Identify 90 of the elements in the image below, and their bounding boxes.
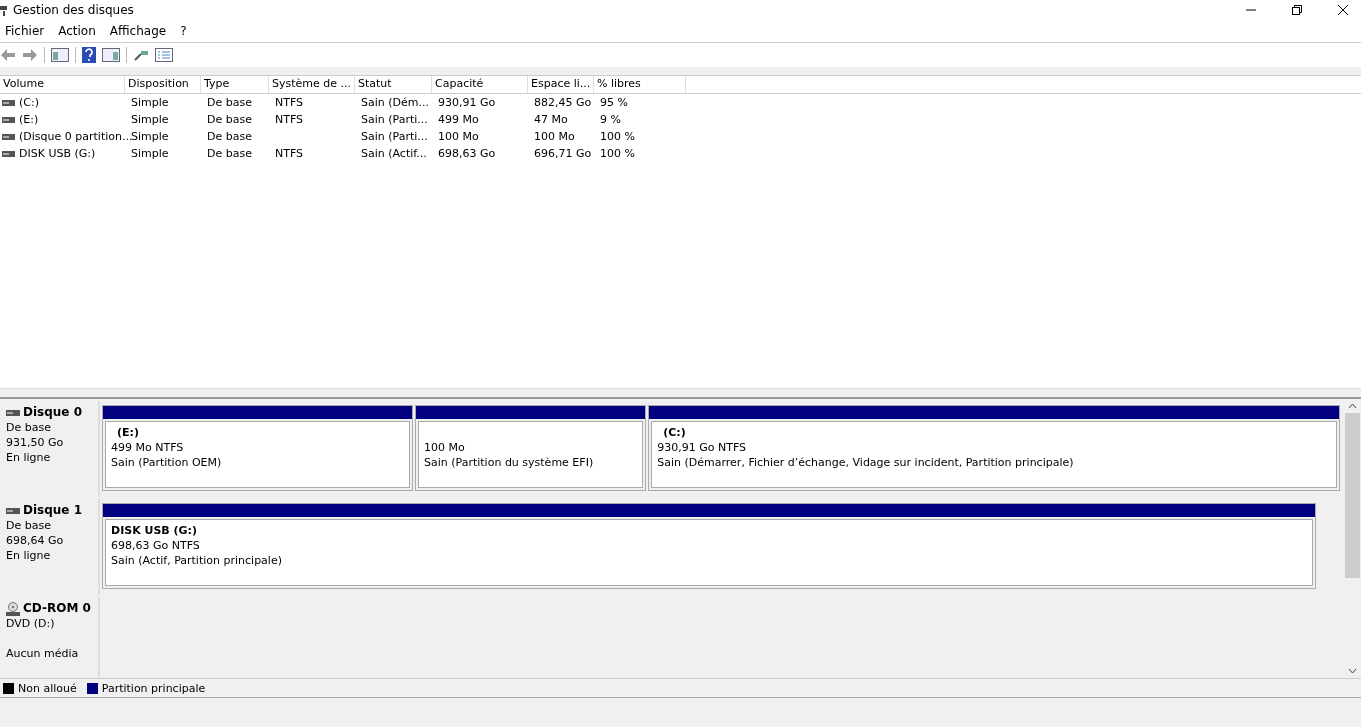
partition-block[interactable]: 100 Mo Sain (Partition du système EFI) [415,405,647,491]
table-cell: (C:) [19,96,39,109]
disk-detail: En ligne [6,450,52,465]
partition-status: Sain (Partition du système EFI) [424,455,595,470]
partition-label: (E:) [116,425,140,440]
table-cell: Sain (Parti... [361,113,428,126]
table-cell: Sain (Actif... [361,147,427,160]
partition-status: Sain (Démarrer, Fichier d’échange, Vidage sur incident, Partition principale) [657,455,1075,470]
table-cell: 930,91 Go [438,96,496,109]
column-header[interactable]: Statut [355,76,432,93]
window-title: Gestion des disques [13,3,134,17]
table-cell: 95 % [600,96,628,109]
drive-icon [6,409,20,416]
table-cell: 47 Mo [534,113,568,126]
menu-item[interactable]: Fichier [5,24,45,38]
partition-size: 100 Mo [424,440,466,455]
table-cell: 9 % [600,113,621,126]
table-cell: Simple [131,130,169,143]
list-icon[interactable] [155,48,173,62]
table-cell: Simple [131,113,169,126]
disk-detail: 698,64 Go [6,533,65,548]
table-cell: 698,63 Go [438,147,496,160]
table-cell: De base [207,147,252,160]
partition-label: (C:) [662,425,687,440]
back-arrow-icon[interactable] [0,48,16,62]
partition-size: 930,91 Go NTFS [657,440,748,455]
column-header[interactable]: % libres [594,76,686,93]
forward-arrow-icon[interactable] [22,48,38,62]
drive-icon [6,507,20,514]
panel-icon[interactable] [51,48,69,62]
table-cell: DISK USB (G:) [19,147,96,160]
scroll-up-icon[interactable] [1348,403,1357,409]
column-header[interactable]: Type [201,76,269,93]
menu-item[interactable]: Affichage [109,24,167,38]
menu-item[interactable]: Action [58,24,96,38]
partition-block[interactable]: (E:) 499 Mo NTFS Sain (Partition OEM) [102,405,413,491]
table-cell: De base [207,113,252,126]
help-icon[interactable] [82,47,96,63]
drive-icon [2,99,15,106]
table-cell: De base [207,130,252,143]
table-cell: 882,45 Go [534,96,592,109]
table-cell: (E:) [19,113,39,126]
column-header[interactable]: Espace li... [528,76,594,93]
table-cell: NTFS [275,113,304,126]
table-cell: Simple [131,147,169,160]
disk-detail: En ligne [6,548,52,563]
disk-name: CD-ROM 0 [23,601,91,616]
column-header[interactable]: Système de ... [269,76,355,93]
drive-icon [2,150,15,157]
partition-size: 698,63 Go NTFS [111,538,201,553]
disk-detail: De base [6,420,52,435]
partition-block[interactable]: DISK USB (G:) 698,63 Go NTFS Sain (Actif, Partition principale) [102,503,1316,589]
disk-name: Disque 1 [23,503,82,518]
table-cell: NTFS [275,147,304,160]
table-cell: Simple [131,96,169,109]
column-header[interactable]: Capacité [432,76,528,93]
cd-drive-icon [6,601,20,616]
disk-detail: De base [6,518,52,533]
table-cell: 696,71 Go [534,147,592,160]
key-icon[interactable] [133,48,149,62]
table-cell: 499 Mo [438,113,479,126]
table-cell: Sain (Parti... [361,130,428,143]
table-cell: 100 Mo [534,130,575,143]
partition-block[interactable]: (C:) 930,91 Go NTFS Sain (Démarrer, Fichier d’échange, Vidage sur incident, Partition principale) [648,405,1340,491]
drive-icon [2,133,15,140]
panel-icon[interactable] [102,48,120,62]
table-cell: De base [207,96,252,109]
table-cell: 100 Mo [438,130,479,143]
table-cell: NTFS [275,96,304,109]
partition-size: 499 Mo NTFS [111,440,185,455]
table-cell: 100 % [600,147,635,160]
scroll-down-icon[interactable] [1348,668,1357,674]
table-cell: (Disque 0 partition... [19,130,133,143]
close-icon[interactable] [1337,4,1349,16]
legend-label: Partition principale [101,681,206,695]
menu-item[interactable]: ? [180,24,187,38]
column-header[interactable]: Volume [0,76,125,93]
disk-detail: DVD (D:) [6,616,56,631]
table-cell: Sain (Dém... [361,96,429,109]
partition-label: DISK USB (G:) [111,523,199,538]
legend-label: Non alloué [18,681,77,695]
disk-detail: Aucun média [6,646,80,661]
disk-detail: 931,50 Go [6,435,65,450]
disk-name: Disque 0 [23,405,82,420]
column-header[interactable]: Disposition [125,76,201,93]
partition-status: Sain (Actif, Partition principale) [111,553,283,568]
partition-status: Sain (Partition OEM) [111,455,223,470]
table-cell: 100 % [600,130,635,143]
drive-icon [2,116,15,123]
restore-icon[interactable] [1291,4,1303,16]
